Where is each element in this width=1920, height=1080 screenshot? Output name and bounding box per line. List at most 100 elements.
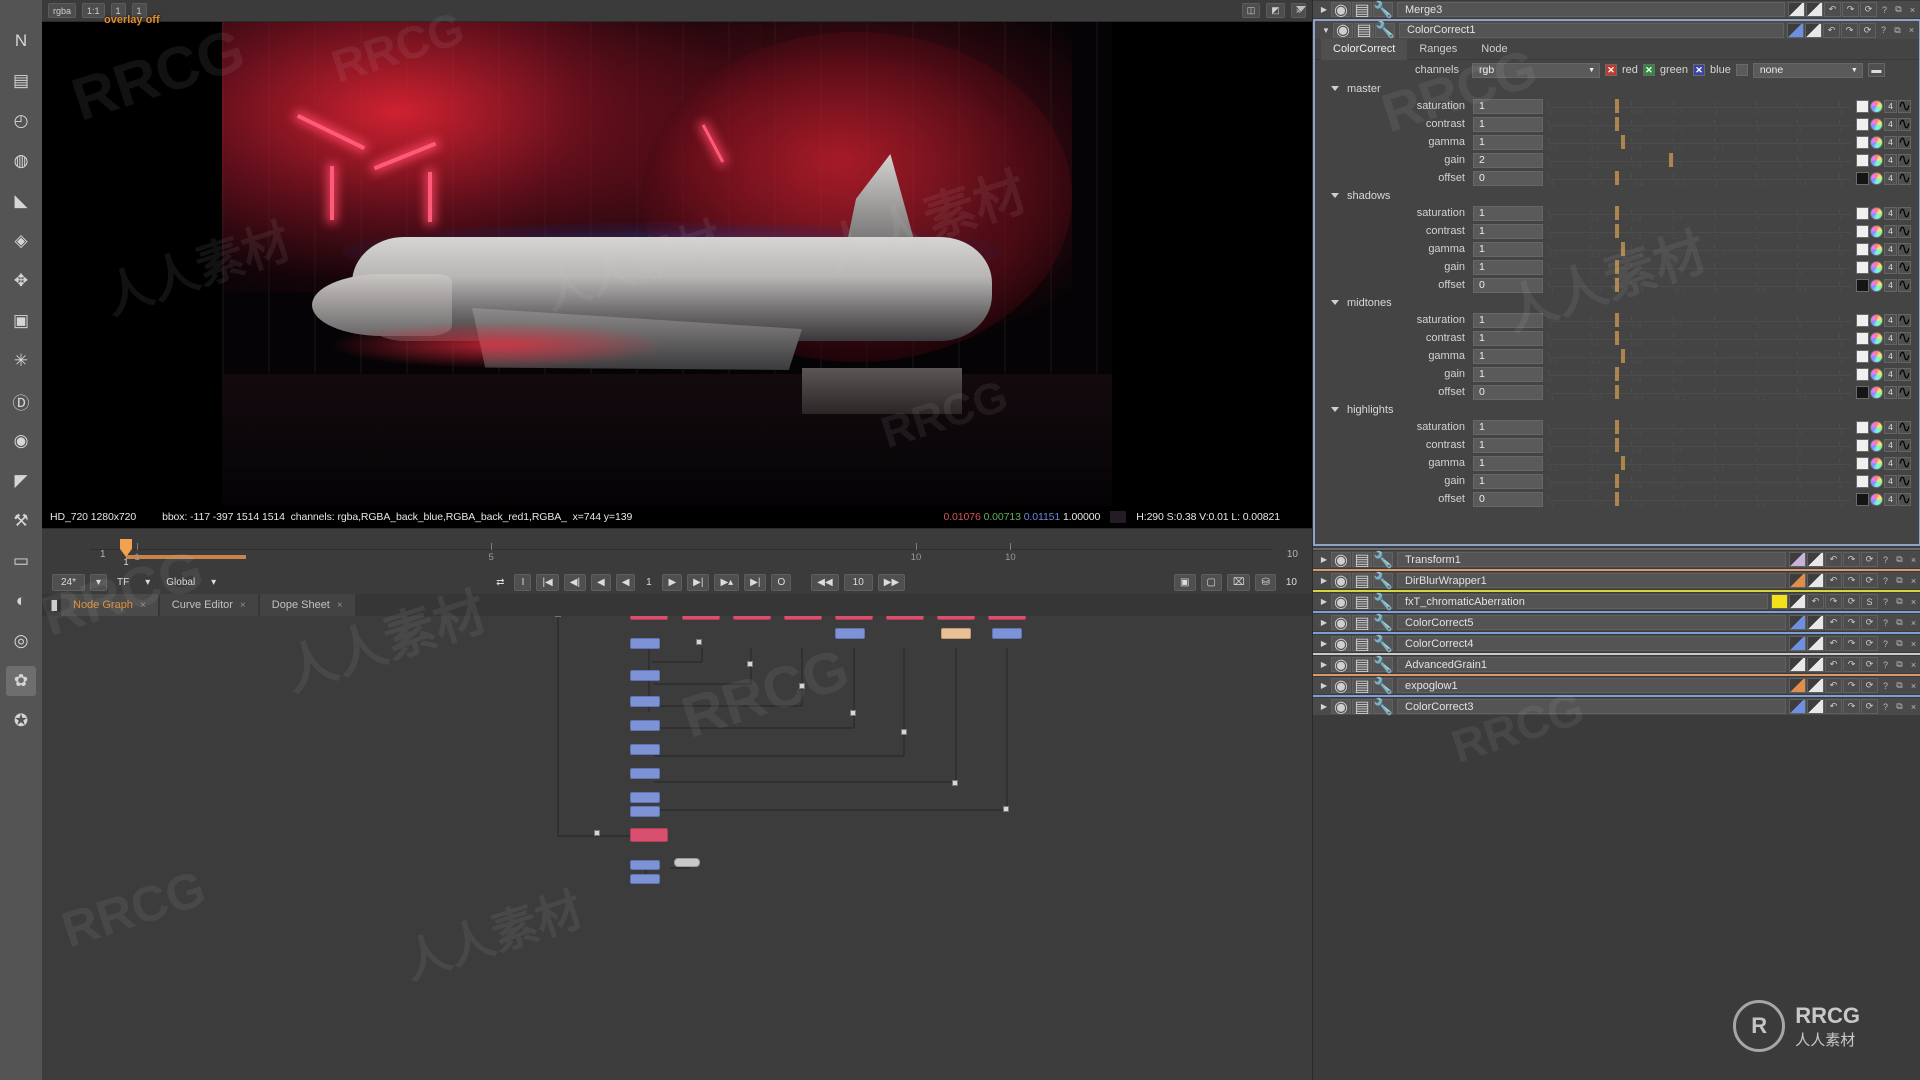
color-wheel-icon[interactable] (1870, 99, 1883, 113)
slider-handle[interactable] (1620, 242, 1625, 256)
plugins-icon[interactable]: ✪ (6, 706, 36, 736)
node-color-swatch[interactable] (1788, 2, 1805, 17)
graph-node[interactable] (886, 616, 924, 620)
channel-count-button[interactable]: 4 (1884, 474, 1897, 488)
channel-count-button[interactable]: 4 (1884, 278, 1897, 292)
revert-button[interactable]: ⟳ (1861, 615, 1878, 630)
graph-node[interactable] (630, 744, 660, 755)
graph-node[interactable] (630, 670, 660, 681)
node-color-swatch[interactable] (1789, 552, 1806, 567)
node-header-dirblurwrapper1[interactable]: ▶ ◉ ▤ 🔧 DirBlurWrapper1 ↶ ↷ ⟳? ⧉ × (1313, 571, 1920, 590)
node-mask-swatch[interactable] (1807, 657, 1824, 672)
close-button[interactable]: × (1907, 594, 1920, 609)
node-color-swatch[interactable] (1771, 594, 1788, 609)
slider-handle[interactable] (1614, 99, 1619, 113)
redo-button[interactable]: ↷ (1843, 678, 1860, 693)
node-enable-icon[interactable]: ◉ (1331, 636, 1351, 653)
expand-arrow-icon[interactable]: ▶ (1317, 618, 1331, 627)
channel-count-button[interactable]: 4 (1884, 153, 1897, 167)
expand-arrow-icon[interactable]: ▶ (1317, 576, 1331, 585)
metadata-icon[interactable]: ◐ (6, 586, 36, 616)
node-color-swatch[interactable] (1789, 657, 1806, 672)
float-button[interactable]: ⧉ (1893, 615, 1906, 630)
param-value-field[interactable]: 0 (1473, 384, 1543, 400)
param-value-field[interactable]: 1 (1473, 241, 1543, 257)
graph-node[interactable] (941, 628, 971, 639)
redo-button[interactable]: ↷ (1843, 552, 1860, 567)
node-enable-icon[interactable]: ◉ (1331, 699, 1351, 716)
node-mask-icon[interactable]: ▤ (1352, 2, 1372, 19)
channel-count-button[interactable]: 4 (1884, 492, 1897, 506)
close-button[interactable]: × (1906, 2, 1919, 17)
expand-arrow-icon[interactable]: ▶ (1317, 639, 1331, 648)
node-wrench-icon[interactable]: 🔧 (1373, 636, 1393, 653)
node-name-merge3[interactable]: Merge3 (1397, 2, 1785, 17)
graph-node[interactable] (630, 696, 660, 707)
param-value-field[interactable]: 1 (1473, 116, 1543, 132)
other-icon[interactable]: ✿ (6, 666, 36, 696)
expand-arrow-icon[interactable]: ▶ (1317, 660, 1331, 669)
node-mask-swatch[interactable] (1789, 594, 1806, 609)
node-header-advancedgrain1[interactable]: ▶ ◉ ▤ 🔧 AdvancedGrain1 ↶ ↷ ⟳? ⧉ × (1313, 655, 1920, 674)
color-wheel-icon[interactable] (1870, 260, 1883, 274)
viewer-wipe-button[interactable]: ◩ (1266, 3, 1285, 18)
invert-mask-button[interactable]: ▬ (1867, 63, 1885, 77)
revert-button[interactable]: ⟳ (1861, 636, 1878, 651)
green-channel-checkbox[interactable]: ✕ (1642, 64, 1655, 76)
help-button[interactable]: ? (1879, 615, 1892, 630)
monitor-out-button[interactable]: ▣ (1174, 573, 1196, 591)
redo-button[interactable]: ↷ (1843, 636, 1860, 651)
viewer-layer-dropdown[interactable]: rgba (48, 3, 77, 18)
next-frame-button[interactable]: ▶| (687, 573, 710, 591)
proxy-button[interactable]: ▢ (1200, 573, 1222, 591)
graph-node[interactable] (630, 860, 660, 870)
node-name-label[interactable]: expoglow1 (1397, 678, 1786, 693)
expand-arrow-icon[interactable]: ▶ (1317, 702, 1331, 711)
graph-node[interactable] (630, 616, 668, 620)
tab-dope-sheet-close-icon[interactable]: × (337, 600, 343, 611)
node-enable-icon[interactable]: ◉ (1331, 594, 1351, 611)
node-mask-swatch[interactable] (1807, 573, 1824, 588)
animation-curve-icon[interactable]: ∿ (1898, 419, 1911, 436)
revert-button[interactable]: ⟳ (1843, 594, 1860, 609)
color-wheel-icon[interactable] (1870, 117, 1883, 131)
param-value-field[interactable]: 1 (1473, 455, 1543, 471)
step-increment-field[interactable]: 10 (843, 573, 873, 591)
param-checkbox[interactable] (1856, 224, 1869, 238)
color-wheel-icon[interactable] (1870, 135, 1883, 149)
graph-dot[interactable] (850, 710, 856, 716)
node-list-row[interactable]: ▶ ◉ ▤ 🔧 ColorCorrect3 ↶ ↷ ⟳? ⧉ × (1313, 695, 1920, 716)
node-color-swatch[interactable] (1789, 699, 1806, 714)
param-controls[interactable]: 4 ∿ (1856, 384, 1919, 401)
node-mask-swatch[interactable] (1806, 2, 1823, 17)
slider-handle[interactable] (1614, 171, 1619, 185)
param-group-master[interactable]: master (1315, 80, 1919, 97)
fps-dropdown[interactable]: 24* (52, 573, 86, 591)
nuke-logo-icon[interactable]: N (6, 26, 36, 56)
param-slider[interactable]: 0.2 0.3 0.4 0.5 0.7 1 2 3 (1548, 455, 1851, 471)
node-header-colorcorrect5[interactable]: ▶ ◉ ▤ 🔧 ColorCorrect5 ↶ ↷ ⟳? ⧉ × (1313, 613, 1920, 632)
node-wrench-icon[interactable]: 🔧 (1373, 552, 1393, 569)
slider-handle[interactable] (1614, 438, 1619, 452)
node-mask-swatch[interactable] (1805, 22, 1822, 38)
script-button[interactable]: S (1861, 594, 1878, 609)
param-group-shadows[interactable]: shadows (1315, 187, 1919, 204)
close-button[interactable]: × (1905, 23, 1918, 38)
colorcorrect-tab-bar[interactable]: ColorCorrect Ranges Node (1315, 38, 1919, 60)
expand-arrow-icon[interactable]: ▶ (1317, 555, 1331, 564)
param-controls[interactable]: 4 ∿ (1856, 241, 1919, 258)
graph-node[interactable] (630, 720, 660, 731)
undo-button[interactable]: ↶ (1825, 552, 1842, 567)
node-enable-icon[interactable]: ◉ (1331, 615, 1351, 632)
node-list-row[interactable]: ▶ ◉ ▤ 🔧 ColorCorrect5 ↶ ↷ ⟳? ⧉ × (1313, 611, 1920, 632)
param-controls[interactable]: 4 ∿ (1856, 455, 1919, 472)
param-slider[interactable]: 0 0.1 0.4 0.7 1 2 3 4 (1548, 98, 1851, 114)
particles-icon[interactable]: ⚒ (6, 506, 36, 536)
viewer-canvas[interactable] (42, 22, 1312, 506)
node-mask-icon[interactable]: ▤ (1352, 657, 1372, 674)
color-wheel-icon[interactable] (1870, 224, 1883, 238)
graph-tab-bar[interactable]: Node Graph × Curve Editor × Dope Sheet × (42, 594, 1312, 616)
redo-button[interactable]: ↷ (1843, 573, 1860, 588)
param-controls[interactable]: 4 ∿ (1856, 491, 1919, 508)
color-wheel-icon[interactable] (1870, 171, 1883, 185)
